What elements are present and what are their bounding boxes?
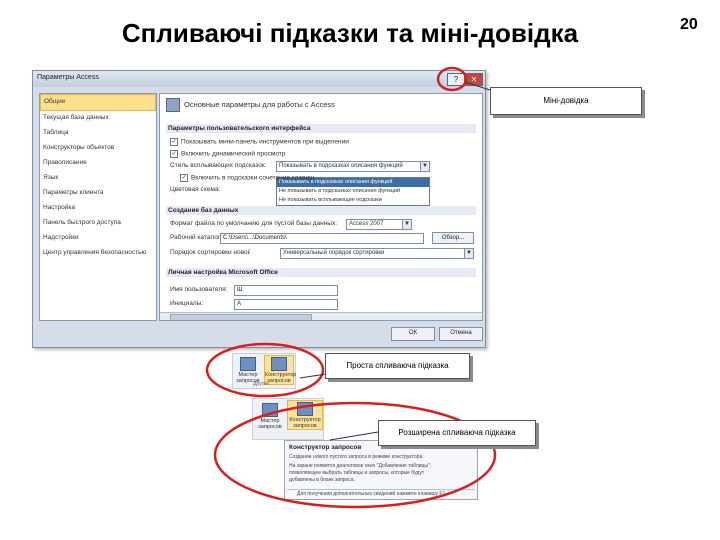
callout-connector (329, 431, 379, 441)
option-shortcuts[interactable]: ✓ Включить в подсказки сочетания клавиш (180, 174, 314, 182)
ribbon-fragment-extended: Мастер запросов Конструктор запросов (252, 398, 324, 440)
nav-item-datasheet[interactable]: Таблица (40, 126, 156, 141)
checkbox-icon[interactable]: ✓ (180, 174, 188, 182)
initials-input[interactable]: А (234, 299, 338, 310)
query-wizard-icon (262, 403, 278, 417)
browse-button[interactable]: Обзор... (432, 232, 474, 244)
page-number: 20 (680, 16, 698, 33)
chevron-down-icon[interactable]: ▼ (420, 162, 429, 171)
nav-item-quick-access[interactable]: Панель быстрого доступа (40, 216, 156, 231)
option-minitoolbar-label: Показывать мини-панель инструментов при … (181, 138, 349, 146)
checkbox-icon[interactable]: ✓ (170, 150, 178, 158)
tip-style-select[interactable]: Показывать в подсказках описания функций… (276, 161, 430, 172)
option-shortcuts-label: Включить в подсказки сочетания клавиш (191, 174, 315, 182)
dialog-titlebar: Параметры Access ? ✕ (33, 71, 485, 87)
callout-extended-tip: Розширена спливаюча підказка (378, 420, 536, 446)
supertip-title: Конструктор запросов (289, 444, 362, 451)
default-folder-input[interactable]: C:\Users\...\Documents\ (220, 233, 424, 244)
query-designer-icon (297, 402, 313, 416)
help-button[interactable]: ? (447, 73, 465, 86)
options-icon (166, 98, 180, 112)
query-wizard-button-2[interactable]: Мастер запросов (256, 402, 284, 430)
query-wizard-button[interactable]: Мастер запросов (234, 356, 262, 384)
user-name-input[interactable]: Ш (234, 285, 338, 296)
query-designer-label: Конструктор запросов (289, 417, 321, 429)
supertip-line: добавлены в бланк запроса. (289, 477, 355, 483)
slide-title: Спливаючі підказки та міні-довідка (121, 18, 579, 48)
option-minitoolbar[interactable]: ✓ Показывать мини-панель инструментов при… (170, 138, 349, 146)
supertip-line: позволяющее выбрать таблицы и запросы, к… (289, 470, 425, 476)
default-format-label: Формат файла по умолчанию для пустой баз… (170, 220, 338, 227)
nav-item-object-designers[interactable]: Конструкторы объектов (40, 141, 156, 156)
initials-label: Инициалы: (170, 300, 204, 307)
options-content: Основные параметры для работы с Access П… (159, 93, 483, 321)
callout-connector (299, 373, 327, 379)
chevron-down-icon[interactable]: ▼ (402, 220, 411, 229)
horizontal-scrollbar[interactable] (160, 312, 482, 320)
query-designer-button-2[interactable]: Конструктор запросов (287, 400, 323, 430)
access-options-dialog: Параметры Access ? ✕ Общие Текущая база … (32, 70, 486, 348)
supertip-footer: Для получения дополнительных сведений на… (297, 491, 447, 497)
tip-style-label: Стиль всплывающих подсказок: (170, 162, 267, 169)
option-livepreview[interactable]: ✓ Включить динамический просмотр (170, 150, 285, 158)
supertip-line: На экране появится диалоговое окно "Доба… (289, 463, 432, 469)
nav-item-language[interactable]: Язык (40, 171, 156, 186)
nav-item-client-settings[interactable]: Параметры клиента (40, 186, 156, 201)
default-format-select[interactable]: Access 2007 ▼ (346, 219, 412, 230)
tip-option-3[interactable]: Не показывать всплывающие подсказки (277, 196, 429, 205)
nav-item-general[interactable]: Общие (40, 94, 156, 111)
sort-order-select[interactable]: Универсальный порядок сортировки ▼ (280, 248, 474, 259)
tip-option-2[interactable]: Не показывать в подсказках описания функ… (277, 187, 429, 196)
section-db: Создание баз данных (166, 206, 476, 215)
scrollbar-thumb[interactable] (170, 314, 312, 320)
ribbon-fragment-simple: Мастер запросов Конструктор запросов Дру… (232, 353, 296, 389)
tip-style-value: Показывать в подсказках описания функций (279, 163, 403, 169)
user-name-label: Имя пользователя: (170, 286, 228, 293)
option-livepreview-label: Включить динамический просмотр (181, 150, 286, 158)
checkbox-icon[interactable]: ✓ (170, 138, 178, 146)
nav-item-proofing[interactable]: Правописание (40, 156, 156, 171)
section-ui: Параметры пользовательского интерфейса (166, 124, 476, 133)
nav-item-current-db[interactable]: Текущая база данных (40, 111, 156, 126)
sort-order-value: Универсальный порядок сортировки (283, 250, 385, 256)
content-header: Основные параметры для работы с Access (166, 98, 335, 112)
supertip-line: Создание нового пустого запроса в режиме… (289, 454, 424, 460)
nav-item-customize[interactable]: Настройка (40, 201, 156, 216)
supertip-divider (287, 489, 475, 490)
ok-button[interactable]: ОК (391, 327, 435, 341)
query-wizard-label: Мастер запросов (258, 418, 282, 430)
chevron-down-icon[interactable]: ▼ (464, 249, 473, 258)
section-personal: Личная настройка Microsoft Office (166, 268, 476, 277)
content-header-text: Основные параметры для работы с Access (184, 99, 335, 109)
dialog-title: Параметры Access (37, 74, 99, 81)
nav-item-addins[interactable]: Надстройки (40, 231, 156, 246)
scheme-label: Цветовая схема: (170, 186, 221, 193)
callout-mini-help: Міні-довідка (490, 87, 642, 115)
options-nav: Общие Текущая база данных Таблица Констр… (39, 93, 157, 321)
nav-item-trust-center[interactable]: Центр управления безопасностью (40, 246, 156, 261)
default-format-value: Access 2007 (349, 221, 384, 227)
extended-tooltip: Конструктор запросов Создание нового пус… (284, 440, 478, 500)
query-designer-icon (271, 357, 287, 371)
cancel-button[interactable]: Отмена (439, 327, 483, 341)
close-button[interactable]: ✕ (465, 73, 483, 86)
ribbon-group-label: Другие (253, 381, 270, 387)
query-designer-label: Конструктор запросов (265, 372, 297, 384)
default-folder-label: Рабочий каталог: (170, 234, 223, 241)
sort-order-label: Порядок сортировки новой базы данных: (170, 249, 250, 256)
callout-simple-tip: Проста спливаюча підказка (325, 353, 470, 379)
query-wizard-icon (240, 357, 256, 371)
